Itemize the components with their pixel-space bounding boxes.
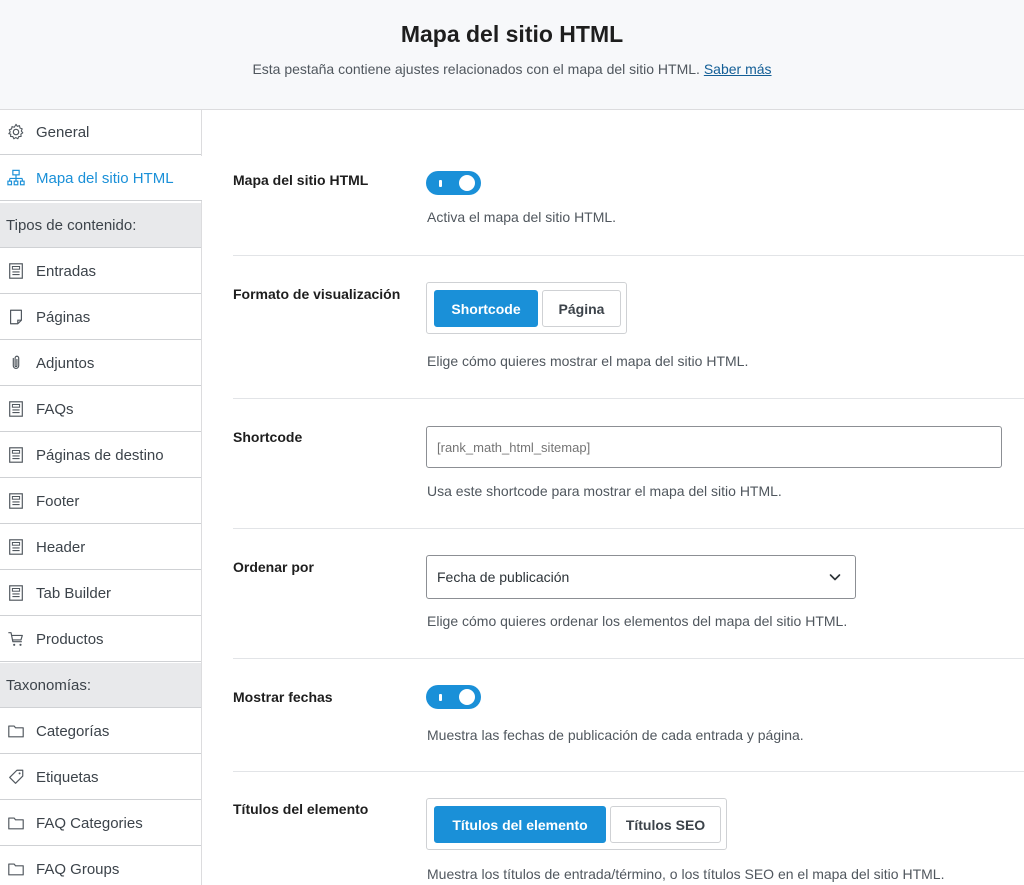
post-icon (6, 583, 26, 603)
folder-icon (6, 813, 26, 833)
sidebar-item-label: FAQs (36, 400, 74, 418)
page-subtitle: Esta pestaña contiene ajustes relacionad… (0, 61, 1024, 77)
divider (233, 771, 1024, 772)
sidebar-item-categorias[interactable]: Categorías (0, 709, 201, 754)
sidebar-item-label: Footer (36, 492, 80, 510)
divider (233, 658, 1024, 659)
settings-panel: Mapa del sitio HTML Activa el mapa del s… (203, 111, 1024, 885)
sidebar-item-label: Mapa del sitio HTML (36, 169, 174, 187)
sidebar-item-faqs[interactable]: FAQs (0, 387, 201, 432)
setting-label-order-by: Ordenar por (233, 559, 314, 575)
sidebar-item-header[interactable]: Header (0, 525, 201, 570)
show-dates-toggle[interactable] (426, 685, 481, 709)
paperclip-icon (6, 353, 26, 373)
shortcode-input[interactable] (426, 426, 1002, 468)
setting-desc-sitemap: Activa el mapa del sitio HTML. (427, 209, 617, 225)
post-icon (6, 445, 26, 465)
tag-icon (6, 767, 26, 787)
display-format-group: Shortcode Página (426, 282, 627, 334)
sidebar-item-html-sitemap[interactable]: Mapa del sitio HTML (0, 156, 202, 201)
sidebar-item-etiquetas[interactable]: Etiquetas (0, 755, 201, 800)
setting-desc-display-format: Elige cómo quieres mostrar el mapa del s… (427, 353, 749, 369)
sitemap-toggle[interactable] (426, 171, 481, 195)
sidebar-item-label: Páginas de destino (36, 446, 164, 464)
post-icon (6, 537, 26, 557)
setting-label-display-format: Formato de visualización (233, 286, 401, 302)
setting-desc-order-by: Elige cómo quieres ordenar los elementos… (427, 613, 848, 629)
setting-label-item-titles: Títulos del elemento (233, 801, 369, 817)
sidebar-item-adjuntos[interactable]: Adjuntos (0, 341, 201, 386)
page-icon (6, 307, 26, 327)
settings-sidebar: General Mapa del sitio HTML Tipos de con… (0, 110, 202, 885)
sidebar-item-paginas-destino[interactable]: Páginas de destino (0, 433, 201, 478)
divider (233, 255, 1024, 256)
setting-label-show-dates: Mostrar fechas (233, 689, 333, 705)
sidebar-item-faq-categories[interactable]: FAQ Categories (0, 801, 201, 846)
sidebar-item-entradas[interactable]: Entradas (0, 249, 201, 294)
post-icon (6, 491, 26, 511)
sidebar-item-label: FAQ Categories (36, 814, 143, 832)
sidebar-item-label: Etiquetas (36, 768, 99, 786)
page-title: Mapa del sitio HTML (400, 21, 624, 47)
sidebar-item-label: Adjuntos (36, 354, 95, 372)
sidebar-item-label: Categorías (36, 722, 110, 740)
setting-desc-item-titles: Muestra los títulos de entrada/término, … (427, 866, 945, 882)
setting-label-sitemap: Mapa del sitio HTML (233, 172, 369, 188)
folder-icon (6, 721, 26, 741)
item-titles-element-button[interactable]: Títulos del elemento (434, 806, 606, 843)
group-taxonomies: Taxonomías: (0, 663, 201, 708)
sidebar-item-faq-groups[interactable]: FAQ Groups (0, 847, 201, 885)
gear-icon (6, 122, 26, 142)
sitemap-icon (6, 168, 26, 188)
sidebar-item-general[interactable]: General (0, 110, 201, 155)
post-icon (6, 399, 26, 419)
setting-desc-shortcode: Usa este shortcode para mostrar el mapa … (427, 483, 782, 499)
sidebar-item-label: General (36, 123, 90, 141)
order-by-select[interactable]: Fecha de publicación (426, 555, 856, 599)
divider (233, 398, 1024, 399)
sidebar-item-label: Header (36, 538, 86, 556)
sidebar-item-footer[interactable]: Footer (0, 479, 201, 524)
post-icon (6, 261, 26, 281)
item-titles-seo-button[interactable]: Títulos SEO (610, 806, 721, 843)
display-format-shortcode-button[interactable]: Shortcode (434, 290, 538, 327)
sidebar-item-tab-builder[interactable]: Tab Builder (0, 571, 201, 616)
sidebar-item-label: Tab Builder (36, 584, 112, 602)
page-header: Mapa del sitio HTML Esta pestaña contien… (0, 0, 1024, 110)
display-format-page-button[interactable]: Página (542, 290, 621, 327)
item-titles-group: Títulos del elemento Títulos SEO (426, 798, 727, 850)
setting-desc-show-dates: Muestra las fechas de publicación de cad… (427, 727, 804, 743)
folder-icon (6, 859, 26, 879)
chevron-down-icon (829, 574, 841, 581)
setting-label-shortcode: Shortcode (233, 429, 303, 445)
sidebar-item-productos[interactable]: Productos (0, 617, 201, 662)
sidebar-item-label: Productos (36, 630, 104, 648)
learn-more-link[interactable]: Saber más (704, 61, 772, 77)
sidebar-item-label: Entradas (36, 262, 97, 280)
sidebar-item-label: FAQ Groups (36, 860, 120, 878)
sidebar-item-paginas[interactable]: Páginas (0, 295, 201, 340)
subtitle-text: Esta pestaña contiene ajustes relacionad… (252, 61, 700, 77)
sidebar-item-label: Páginas (36, 308, 91, 326)
divider (233, 528, 1024, 529)
order-by-value: Fecha de publicación (437, 569, 570, 585)
group-content-types: Tipos de contenido: (0, 203, 201, 248)
cart-icon (6, 629, 26, 649)
